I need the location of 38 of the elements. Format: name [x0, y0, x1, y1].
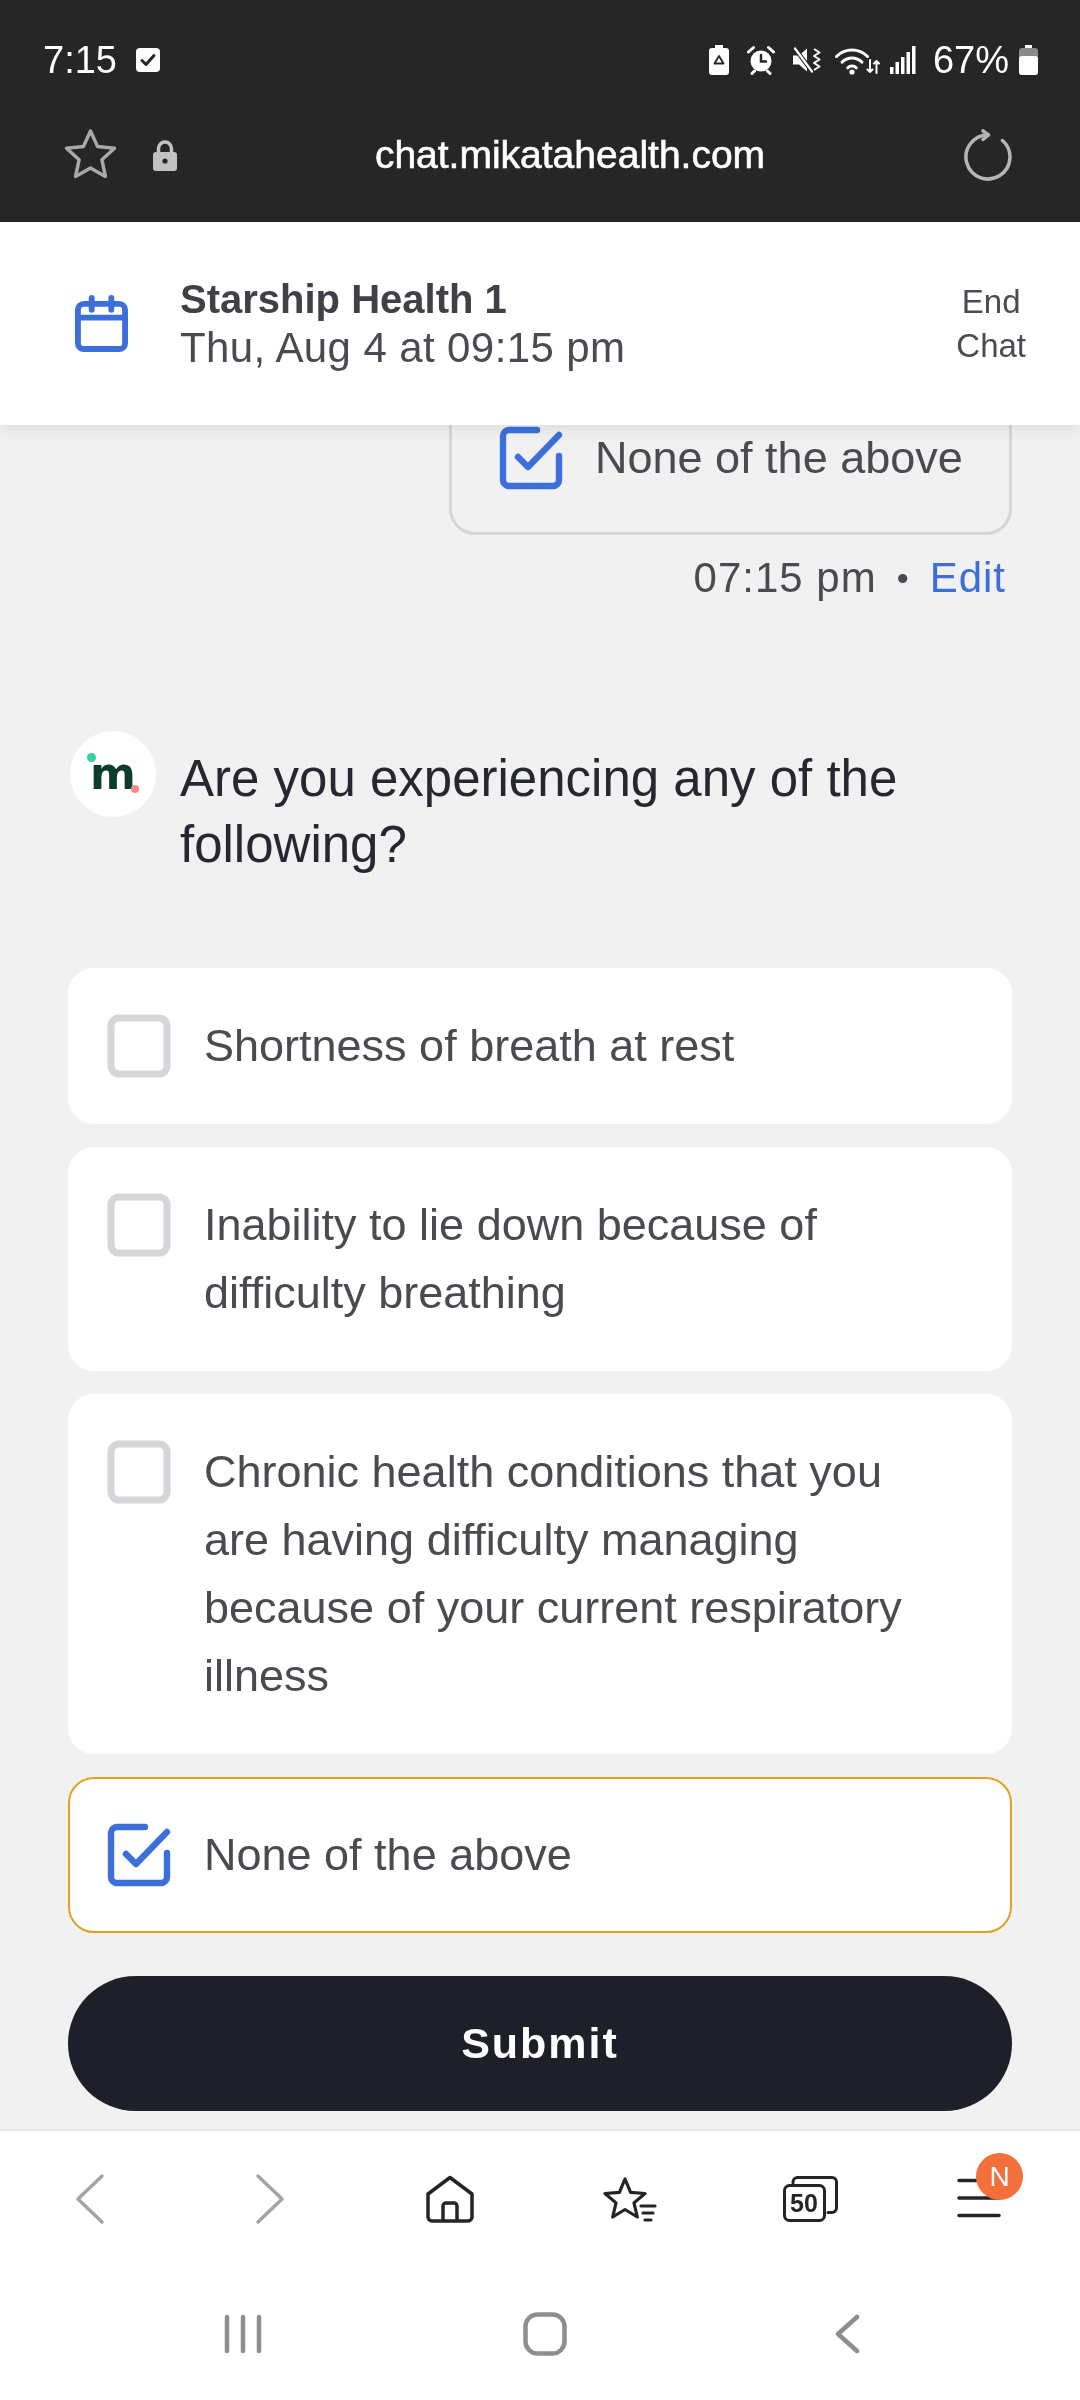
- star-list-icon[interactable]: [603, 2176, 657, 2222]
- question-text: Are you experiencing any of the following?: [180, 749, 899, 875]
- notification-badge: N: [976, 2153, 1023, 2200]
- appointment-time: Thu, Aug 4 at 09:15 pm: [180, 322, 627, 373]
- url-text[interactable]: chat.mikatahealth.com: [178, 131, 962, 179]
- home-icon[interactable]: [425, 2175, 475, 2223]
- end-chat-button[interactable]: End Chat: [956, 279, 1026, 368]
- option-label: Inability to lie down because of difficulty breathing: [204, 1198, 818, 1320]
- signal-icon: [889, 46, 916, 74]
- clock-time: 7:15: [43, 38, 117, 82]
- answer-text: None of the above: [595, 431, 963, 485]
- checkbox[interactable]: [107, 1823, 171, 1887]
- battery-icon: [1018, 45, 1039, 75]
- option-card[interactable]: None of the above: [68, 1777, 1012, 1933]
- message-time: 07:15 pm: [693, 553, 877, 603]
- battery-recycle-icon: [707, 45, 730, 75]
- option-card[interactable]: Shortness of breath at rest: [68, 968, 1012, 1124]
- alarm-clock-icon: [745, 45, 776, 75]
- calendar-icon: [74, 294, 129, 353]
- bot-avatar: m: [70, 731, 156, 817]
- checkmark-notification-icon: [135, 48, 160, 72]
- chat-title: Starship Health 1: [180, 275, 508, 323]
- edit-link[interactable]: Edit: [929, 550, 1006, 606]
- submit-button[interactable]: Submit: [68, 1976, 1012, 2111]
- recents-icon[interactable]: [224, 2313, 262, 2354]
- option-label: None of the above: [204, 1828, 573, 1882]
- reload-icon[interactable]: [962, 129, 1014, 181]
- lock-icon: [152, 139, 178, 171]
- bullet-separator: •: [896, 558, 910, 599]
- tabs-button[interactable]: 50: [782, 2176, 838, 2222]
- option-card[interactable]: Inability to lie down because of difficulty breathing: [68, 1147, 1012, 1371]
- tab-stack-icon: [782, 2176, 838, 2222]
- mute-vibrate-icon: [791, 45, 822, 75]
- battery-percent: 67%: [932, 38, 1009, 82]
- option-label: Shortness of breath at rest: [204, 1019, 736, 1073]
- option-card[interactable]: Chronic health conditions that you are having difficulty managing because of your current respiratory illness: [68, 1394, 1012, 1754]
- back-icon[interactable]: [834, 2313, 860, 2354]
- option-label: Chronic health conditions that you are having difficulty managing because of your current respiratory illness: [204, 1445, 903, 1703]
